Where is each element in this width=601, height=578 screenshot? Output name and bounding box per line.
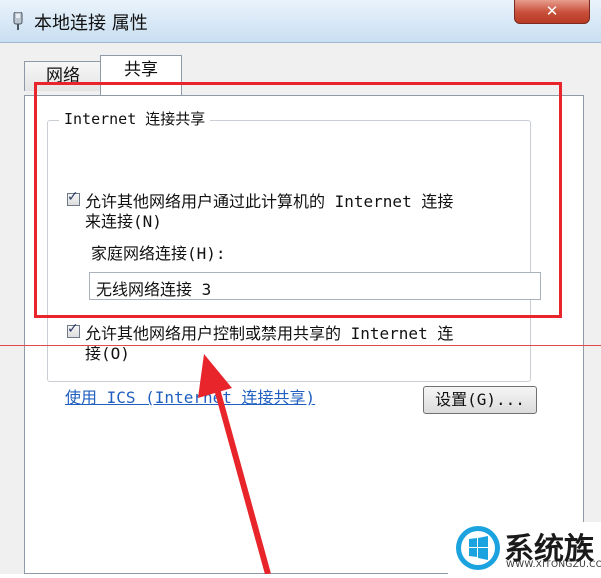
annotation-arrow-icon (198, 354, 271, 574)
watermark-logo: 系统族 WWW.XITONGZU.COM (448, 522, 601, 574)
watermark-url: WWW.XITONGZU.COM (506, 560, 601, 570)
